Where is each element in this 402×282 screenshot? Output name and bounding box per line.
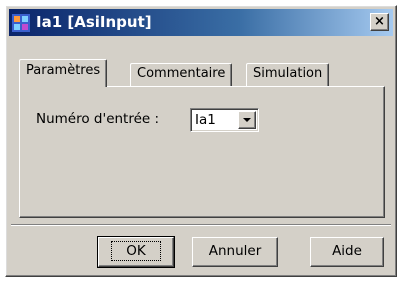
tab-label: Simulation	[253, 66, 323, 81]
close-button[interactable]: ×	[370, 13, 389, 31]
app-block-icon	[12, 14, 30, 32]
help-label: Aide	[332, 243, 362, 259]
input-number-value: Ia1	[195, 112, 216, 128]
divider	[11, 224, 391, 226]
window-title: Ia1 [AsiInput]	[36, 13, 152, 31]
ok-button[interactable]: OK	[97, 236, 175, 268]
tab-label: Commentaire	[137, 66, 226, 81]
dialog-window: Ia1 [AsiInput] × Paramètres Commentaire …	[5, 5, 397, 277]
title-bar[interactable]: Ia1 [AsiInput] ×	[9, 9, 393, 36]
input-number-select[interactable]: Ia1	[190, 108, 259, 132]
help-button[interactable]: Aide	[310, 237, 384, 267]
tab-label: Paramètres	[26, 63, 101, 78]
tab-simulation[interactable]: Simulation	[246, 63, 330, 86]
chevron-down-icon	[243, 118, 251, 122]
tab-commentaire[interactable]: Commentaire	[130, 63, 233, 86]
dropdown-button[interactable]	[238, 111, 256, 129]
tab-strip: Paramètres Commentaire Simulation	[19, 57, 389, 87]
close-icon: ×	[374, 14, 385, 29]
cancel-button[interactable]: Annuler	[192, 237, 278, 267]
cancel-label: Annuler	[208, 243, 262, 259]
input-number-label: Numéro d'entrée :	[36, 111, 160, 127]
tab-parametres[interactable]: Paramètres	[19, 59, 108, 87]
ok-label: OK	[111, 241, 161, 261]
tab-panel-parametres: Numéro d'entrée : Ia1	[19, 86, 385, 218]
